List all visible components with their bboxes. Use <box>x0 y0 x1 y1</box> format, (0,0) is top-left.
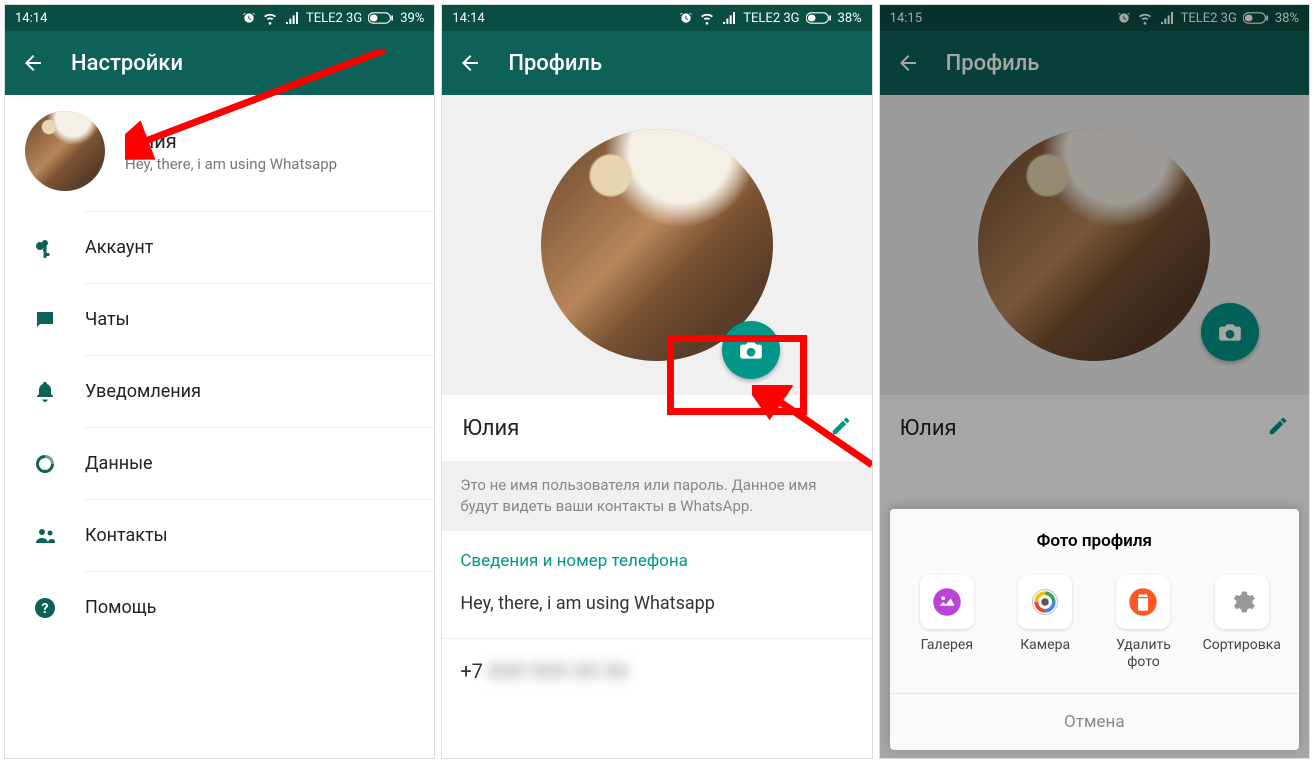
menu-contacts[interactable]: Контакты <box>85 499 434 571</box>
wifi-icon <box>262 10 278 26</box>
edit-name-button[interactable] <box>830 415 852 441</box>
status-bar: 14:14 TELE2 3G 38% <box>442 5 871 31</box>
photo-picker-sheet: Фото профиля Галерея Камера Удалить фото… <box>890 509 1299 750</box>
pencil-icon <box>830 415 852 437</box>
option-camera[interactable]: Камера <box>1000 575 1090 671</box>
avatar[interactable] <box>25 111 105 191</box>
back-icon[interactable] <box>458 51 482 75</box>
menu-label: Аккаунт <box>85 237 153 258</box>
bell-icon <box>33 380 57 404</box>
page-title: Профиль <box>508 51 602 76</box>
phone-blurred: XXX XXX XX XX <box>488 659 628 683</box>
svg-text:?: ? <box>42 601 49 617</box>
page-title: Настройки <box>71 51 183 76</box>
name-row[interactable]: Юлия <box>442 395 871 461</box>
menu-label: Помощь <box>85 597 156 618</box>
menu-label: Чаты <box>85 309 130 330</box>
contacts-icon <box>33 524 57 548</box>
alarm-icon <box>679 11 693 25</box>
info-section-label: Сведения и номер телефона <box>442 531 871 579</box>
profile-name: Юлия <box>462 416 829 441</box>
menu-label: Уведомления <box>85 381 201 402</box>
alarm-icon <box>242 11 256 25</box>
wifi-icon <box>699 10 715 26</box>
phone-number[interactable]: +7 XXX XXX XX XX <box>442 638 871 683</box>
status-carrier: TELE2 3G <box>306 11 362 26</box>
camera-color-icon <box>1030 587 1060 617</box>
battery-icon <box>368 12 394 24</box>
option-delete[interactable]: Удалить фото <box>1098 575 1188 671</box>
cancel-button[interactable]: Отмена <box>890 693 1299 750</box>
battery-icon <box>806 12 832 24</box>
option-label: Сортировка <box>1197 637 1287 654</box>
option-sort[interactable]: Сортировка <box>1197 575 1287 671</box>
sheet-title: Фото профиля <box>890 509 1299 569</box>
option-label: Удалить фото <box>1098 637 1188 671</box>
name-hint: Это не имя пользователя или пароль. Данн… <box>442 461 871 531</box>
menu-data[interactable]: Данные <box>85 427 434 499</box>
screen-profile: 14:14 TELE2 3G 38% Профиль Юлия Это не и… <box>441 4 872 759</box>
gallery-icon <box>932 587 962 617</box>
profile-row[interactable]: Юлия Hey, there, i am using Whatsapp <box>5 95 434 211</box>
status-carrier: TELE2 3G <box>743 11 799 26</box>
profile-status: Hey, there, i am using Whatsapp <box>125 155 337 173</box>
gear-icon <box>1228 588 1256 616</box>
trash-icon <box>1128 587 1158 617</box>
menu-label: Контакты <box>85 525 168 546</box>
app-bar: Настройки <box>5 31 434 95</box>
menu-notifications[interactable]: Уведомления <box>85 355 434 427</box>
profile-name: Юлия <box>125 129 337 153</box>
help-icon: ? <box>33 596 57 620</box>
change-photo-button[interactable] <box>722 321 780 379</box>
status-text[interactable]: Hey, there, i am using Whatsapp <box>442 579 871 628</box>
menu-help[interactable]: ? Помощь <box>85 571 434 643</box>
phone-prefix: +7 <box>460 659 483 683</box>
status-time: 14:14 <box>452 11 484 26</box>
chat-icon <box>33 308 57 332</box>
menu-chats[interactable]: Чаты <box>85 283 434 355</box>
option-label: Галерея <box>902 637 992 654</box>
screen-settings: 14:14 TELE2 3G 39% Настройки Юлия Hey, t… <box>4 4 435 759</box>
menu-label: Данные <box>85 453 153 474</box>
menu-account[interactable]: Аккаунт <box>85 211 434 283</box>
camera-icon <box>738 337 764 363</box>
option-gallery[interactable]: Галерея <box>902 575 992 671</box>
signal-icon <box>284 10 300 26</box>
status-battery: 38% <box>838 11 862 26</box>
status-bar: 14:14 TELE2 3G 39% <box>5 5 434 31</box>
profile-photo-area <box>442 95 871 395</box>
signal-icon <box>721 10 737 26</box>
key-icon <box>33 236 57 260</box>
app-bar: Профиль <box>442 31 871 95</box>
data-usage-icon <box>33 452 57 476</box>
back-icon[interactable] <box>21 51 45 75</box>
status-time: 14:14 <box>15 11 47 26</box>
screen-photo-picker: 14:15 TELE2 3G 38% Профиль Юлия Фото про… <box>879 4 1310 759</box>
status-battery: 39% <box>400 11 424 26</box>
option-label: Камера <box>1000 637 1090 654</box>
